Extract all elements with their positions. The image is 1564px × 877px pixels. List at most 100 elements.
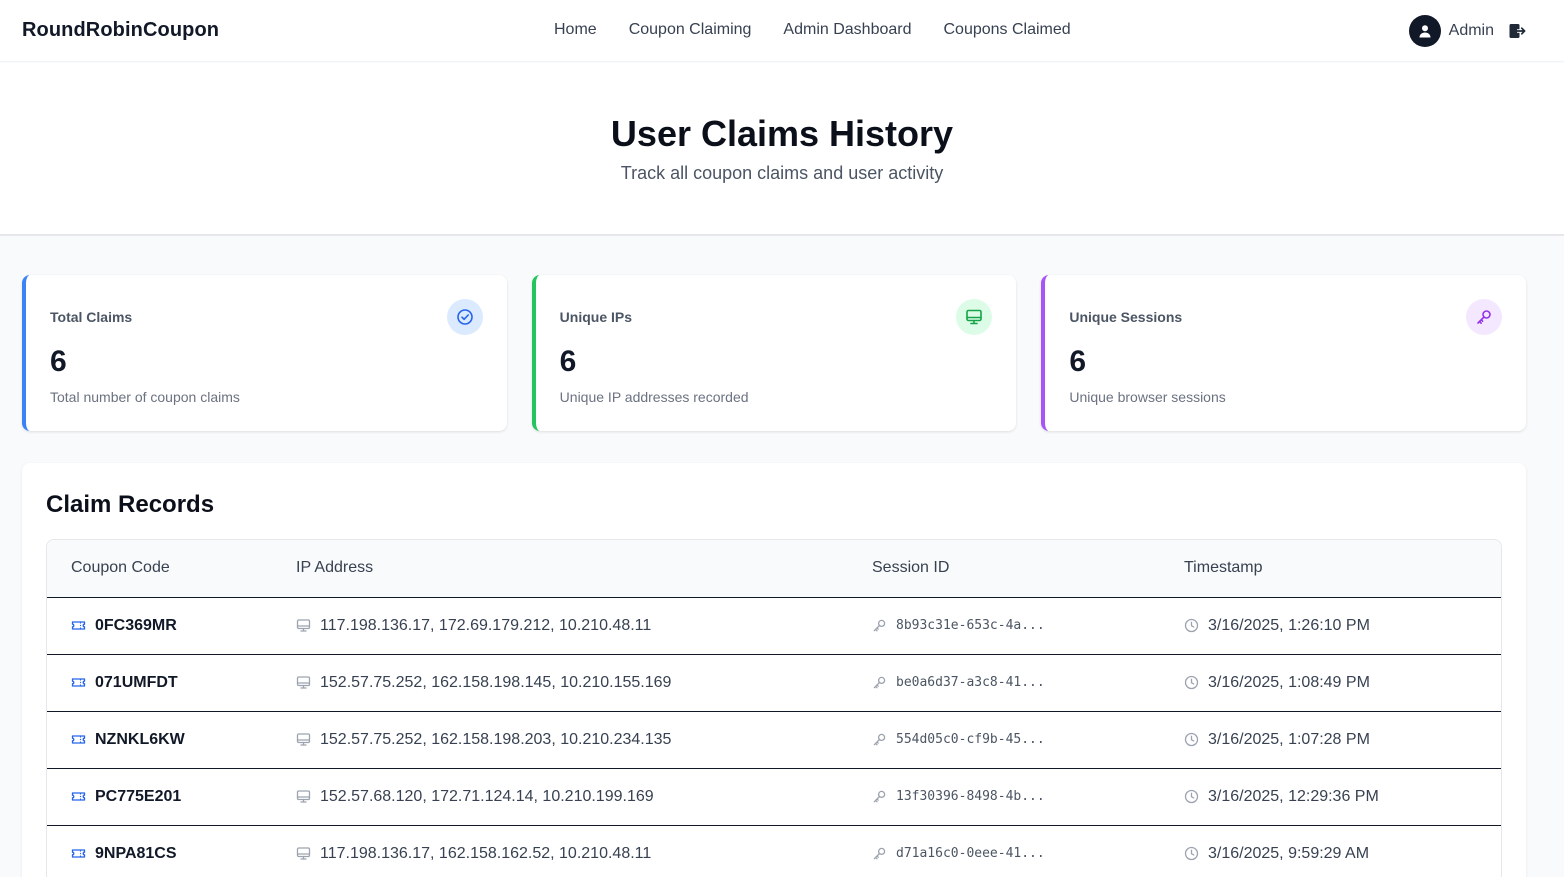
- cell-timestamp: 3/16/2025, 1:26:10 PM: [1160, 597, 1501, 654]
- table-row[interactable]: 0FC369MR 117.198.136.17, 172.69.179.212, …: [47, 597, 1501, 654]
- timestamp: 3/16/2025, 1:26:10 PM: [1208, 616, 1370, 634]
- top-navbar: RoundRobinCoupon Home Coupon Claiming Ad…: [0, 0, 1564, 62]
- timestamp: 3/16/2025, 1:08:49 PM: [1208, 673, 1370, 691]
- nav-link-coupon-claiming[interactable]: Coupon Claiming: [629, 21, 752, 39]
- column-header-coupon-code: Coupon Code: [71, 559, 170, 577]
- stat-card-total-claims: Total Claims 6 Total number of coupon cl…: [22, 275, 507, 431]
- cell-ip-address: 117.198.136.17, 172.69.179.212, 10.210.4…: [272, 597, 848, 654]
- nav-link-coupons-claimed[interactable]: Coupons Claimed: [944, 21, 1071, 39]
- claims-table: Coupon Code IP Address Session ID Timest…: [46, 539, 1502, 877]
- user-name: Admin: [1448, 22, 1494, 39]
- monitor-icon: [296, 847, 311, 860]
- ip-address: 152.57.75.252, 162.158.198.145, 10.210.1…: [320, 673, 672, 691]
- table-row[interactable]: PC775E201 152.57.68.120, 172.71.124.14, 1…: [47, 767, 1501, 825]
- cell-session-id: d71a16c0-0eee-41...: [848, 824, 1160, 877]
- stat-value: 6: [559, 345, 577, 378]
- stat-value: 6: [50, 345, 67, 378]
- column-header-session-id: Session ID: [872, 559, 950, 577]
- brand-logo[interactable]: RoundRobinCoupon: [22, 19, 219, 42]
- table-row[interactable]: 071UMFDT 152.57.75.252, 162.158.198.145, …: [47, 653, 1501, 711]
- coupon-code: NZNKL6KW: [95, 730, 185, 748]
- key-icon: [873, 733, 886, 746]
- key-icon: [873, 619, 886, 632]
- logout-icon[interactable]: [1508, 22, 1526, 40]
- section-title: Claim Records: [46, 491, 215, 518]
- coupon-code: PC775E201: [95, 787, 182, 805]
- cell-session-id: 13f30396-8498-4b...: [848, 767, 1160, 825]
- stat-value: 6: [1069, 345, 1087, 378]
- cell-session-id: 554d05c0-cf9b-45...: [848, 710, 1160, 768]
- stat-description: Total number of coupon claims: [50, 389, 240, 405]
- column-header-timestamp: Timestamp: [1184, 559, 1263, 577]
- stat-description: Unique browser sessions: [1069, 389, 1226, 405]
- stat-title: Total Claims: [50, 309, 133, 325]
- ip-address: 152.57.75.252, 162.158.198.203, 10.210.2…: [320, 730, 672, 748]
- ip-address: 152.57.68.120, 172.71.124.14, 10.210.199…: [320, 787, 654, 805]
- cell-ip-address: 152.57.75.252, 162.158.198.203, 10.210.2…: [272, 710, 848, 768]
- timestamp: 3/16/2025, 1:07:28 PM: [1208, 730, 1370, 748]
- nav-link-home[interactable]: Home: [554, 21, 597, 39]
- cell-session-id: be0a6d37-a3c8-41...: [848, 653, 1160, 711]
- clock-icon: [1184, 789, 1199, 804]
- cell-coupon-code: PC775E201: [47, 767, 272, 825]
- user-menu: Admin: [1408, 15, 1526, 47]
- cell-session-id: 8b93c31e-653c-4a...: [848, 597, 1160, 654]
- key-icon: [873, 848, 886, 860]
- coupon-code: 9NPA81CS: [95, 844, 177, 862]
- session-id: d71a16c0-0eee-41...: [896, 846, 1045, 862]
- session-id: be0a6d37-a3c8-41...: [896, 675, 1045, 690]
- check-circle-icon: [446, 299, 483, 335]
- clock-icon: [1184, 675, 1199, 690]
- cell-timestamp: 3/16/2025, 9:59:29 AM: [1160, 824, 1501, 877]
- session-id: 8b93c31e-653c-4a...: [896, 618, 1045, 633]
- cell-ip-address: 152.57.68.120, 172.71.124.14, 10.210.199…: [272, 767, 848, 825]
- key-icon: [873, 790, 886, 803]
- stat-title: Unique IPs: [559, 309, 633, 325]
- monitor-icon: [296, 733, 311, 746]
- monitor-icon: [296, 790, 311, 803]
- table-row[interactable]: NZNKL6KW 152.57.75.252, 162.158.198.203, …: [47, 710, 1501, 768]
- cell-coupon-code: 9NPA81CS: [47, 824, 272, 877]
- nav-links: Home Coupon Claiming Admin Dashboard Cou…: [554, 21, 1071, 39]
- session-id: 554d05c0-cf9b-45...: [896, 732, 1045, 747]
- cell-ip-address: 152.57.75.252, 162.158.198.145, 10.210.1…: [272, 653, 848, 711]
- session-id: 13f30396-8498-4b...: [896, 789, 1045, 804]
- coupon-code: 0FC369MR: [95, 616, 177, 634]
- coupon-code: 071UMFDT: [95, 673, 178, 691]
- monitor-icon: [296, 619, 311, 632]
- table-header-row: Coupon Code IP Address Session ID Timest…: [47, 540, 1501, 597]
- stat-description: Unique IP addresses recorded: [559, 389, 749, 405]
- clock-icon: [1184, 732, 1199, 747]
- user-avatar-icon[interactable]: [1408, 15, 1441, 47]
- stat-card-unique-ips: Unique IPs 6 Unique IP addresses recorde…: [531, 275, 1017, 431]
- clock-icon: [1184, 618, 1199, 633]
- cell-timestamp: 3/16/2025, 1:08:49 PM: [1160, 653, 1501, 711]
- ticket-icon: [71, 678, 86, 687]
- monitor-icon: [296, 676, 311, 689]
- nav-link-admin-dashboard[interactable]: Admin Dashboard: [783, 21, 911, 39]
- cell-ip-address: 117.198.136.17, 162.158.162.52, 10.210.4…: [272, 824, 848, 877]
- claim-records-card: Claim Records Coupon Code IP Address Ses…: [22, 463, 1526, 877]
- cell-timestamp: 3/16/2025, 12:29:36 PM: [1160, 767, 1501, 825]
- ip-address: 117.198.136.17, 172.69.179.212, 10.210.4…: [320, 616, 652, 634]
- cell-coupon-code: 071UMFDT: [47, 653, 272, 711]
- cell-coupon-code: NZNKL6KW: [47, 710, 272, 768]
- cell-timestamp: 3/16/2025, 1:07:28 PM: [1160, 710, 1501, 768]
- timestamp: 3/16/2025, 9:59:29 AM: [1208, 844, 1370, 862]
- ticket-icon: [71, 792, 86, 801]
- stats-row: Total Claims 6 Total number of coupon cl…: [22, 275, 1527, 431]
- key-icon: [1466, 299, 1503, 335]
- stat-title: Unique Sessions: [1069, 309, 1183, 325]
- ticket-icon: [71, 849, 86, 858]
- ip-address: 117.198.136.17, 162.158.162.52, 10.210.4…: [320, 844, 652, 862]
- ticket-icon: [71, 621, 86, 630]
- page-header: User Claims History Track all coupon cla…: [0, 63, 1564, 236]
- table-row[interactable]: 9NPA81CS 117.198.136.17, 162.158.162.52, …: [47, 824, 1501, 877]
- page-title: User Claims History: [610, 113, 954, 154]
- page-subtitle: Track all coupon claims and user activit…: [620, 163, 944, 183]
- clock-icon: [1184, 847, 1199, 861]
- column-header-ip-address: IP Address: [296, 559, 374, 577]
- ticket-icon: [71, 735, 86, 744]
- monitor-icon: [956, 299, 993, 335]
- cell-coupon-code: 0FC369MR: [47, 597, 272, 654]
